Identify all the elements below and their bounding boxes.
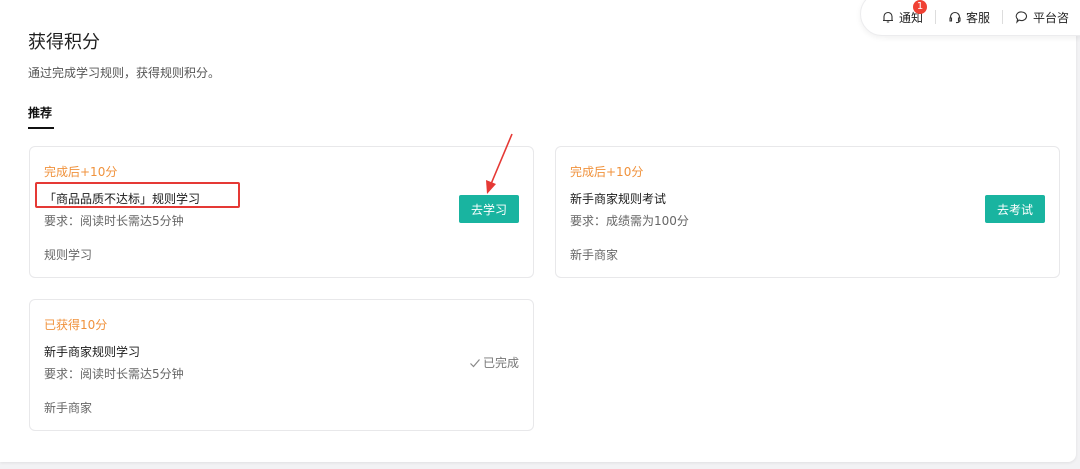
completed-status: 已完成 <box>469 354 519 371</box>
notify-button[interactable]: 通知 1 <box>881 0 927 26</box>
bell-icon <box>883 11 893 23</box>
platform-label: 平台咨 <box>1033 10 1070 25</box>
task-card-quality-rules: 完成后+10分 「商品品质不达标」规则学习 要求：阅读时长需达5分钟 规则学习 … <box>29 146 534 278</box>
task-requirement: 要求：阅读时长需达5分钟 <box>44 214 184 228</box>
service-label: 客服 <box>966 10 991 25</box>
platform-consult-button[interactable]: 平台咨 <box>1015 9 1069 26</box>
task-card-newbie-exam: 完成后+10分 新手商家规则考试 要求：成绩需为100分 新手商家 去考试 <box>555 146 1060 278</box>
task-card-newbie-study: 已获得10分 新手商家规则学习 要求：阅读时长需达5分钟 新手商家 已完成 <box>29 299 534 431</box>
chat-bubble-icon <box>1015 11 1028 24</box>
task-tag: 规则学习 <box>44 248 93 262</box>
task-tag: 新手商家 <box>570 248 619 262</box>
toolbar-divider <box>1002 10 1004 24</box>
go-exam-button[interactable]: 去考试 <box>985 195 1045 223</box>
top-toolbar: 通知 1 客服 平台咨 <box>860 0 1080 36</box>
headset-icon <box>949 11 961 24</box>
tab-recommend[interactable]: 推荐 <box>28 104 52 121</box>
task-points: 完成后+10分 <box>44 165 118 179</box>
page-title: 获得积分 <box>28 32 100 53</box>
go-study-button[interactable]: 去学习 <box>459 195 519 223</box>
task-points: 完成后+10分 <box>570 165 644 179</box>
task-name: 新手商家规则学习 <box>44 345 141 359</box>
highlight-box <box>35 182 240 208</box>
completed-label: 已完成 <box>482 356 519 370</box>
task-name: 新手商家规则考试 <box>570 192 667 206</box>
service-button[interactable]: 客服 <box>948 9 990 26</box>
task-requirement: 要求：成绩需为100分 <box>570 214 689 228</box>
task-requirement: 要求：阅读时长需达5分钟 <box>44 367 184 381</box>
page-subtitle: 通过完成学习规则，获得规则积分。 <box>28 66 221 80</box>
points-panel: 获得积分 通过完成学习规则，获得规则积分。 推荐 完成后+10分 「商品品质不达… <box>0 0 1076 462</box>
task-points: 已获得10分 <box>44 318 108 332</box>
tab-active-indicator <box>28 127 54 129</box>
check-icon <box>470 358 480 367</box>
task-tag: 新手商家 <box>44 401 93 415</box>
notify-count-badge: 1 <box>913 0 927 14</box>
toolbar-divider <box>935 10 937 24</box>
